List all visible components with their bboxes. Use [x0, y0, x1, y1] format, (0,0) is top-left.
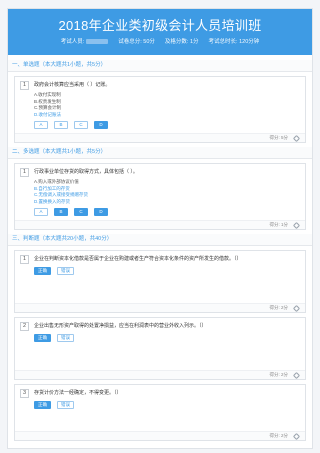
- option-list: A.收付实现制 B.权责发生制 C.预算会计制 D.收付记账法: [15, 90, 305, 118]
- option-list: A.购入或外部协议价值 B.自行加工的存货 C.无偿调入或接受捐赠存货 D.置换…: [15, 177, 305, 205]
- question-number: 3: [20, 389, 29, 398]
- question-card: 1 企业在判断资本化借款是否属于企业在购建或者生产符合资本化条件的资产所发生的借…: [14, 250, 306, 313]
- bookmark-icon[interactable]: [292, 134, 301, 142]
- exam-meta: 考试人员: 试卷总分: 50分 及格分数: 1分 考试总时长: 120分钟: [8, 37, 312, 47]
- bookmark-icon[interactable]: [292, 304, 301, 312]
- question-number: 2: [20, 322, 29, 331]
- exam-header: 2018年企业类初级会计人员培训班 考试人员: 试卷总分: 50分 及格分数: …: [8, 9, 312, 55]
- candidate-info: 考试人员:: [61, 37, 109, 47]
- total-score: 试卷总分: 50分: [118, 39, 155, 45]
- answer-a-button[interactable]: A: [34, 208, 48, 216]
- exam-page: 2018年企业类初级会计人员培训班 考试人员: 试卷总分: 50分 及格分数: …: [7, 8, 313, 449]
- question-text: 企业出售无形资产取得的处置净损益，应当在利润表中的营业外收入列示。（）: [34, 323, 207, 329]
- question-card: 3 存货计价方法一经确定，不得变更。（） 正确 错误 得分: 2分: [14, 384, 306, 441]
- section-multi-choice: 二、多选题（本大题共1小题，共5分）: [8, 147, 312, 159]
- question-number: 1: [20, 81, 29, 90]
- bookmark-icon[interactable]: [292, 371, 301, 379]
- question-card: 2 企业出售无形资产取得的处置净损益，应当在利润表中的营业外收入列示。（） 正确…: [14, 317, 306, 380]
- answer-d-button[interactable]: D: [94, 121, 108, 129]
- redacted-name: [86, 39, 109, 45]
- question-score: 得分: 5分: [269, 135, 288, 140]
- exam-duration: 考试总时长: 120分钟: [208, 39, 260, 45]
- answer-d-button[interactable]: D: [94, 208, 108, 216]
- exam-title: 2018年企业类初级会计人员培训班: [58, 18, 262, 33]
- section-single-choice: 一、单选题（本大题共1小题，共5分）: [8, 60, 312, 72]
- pass-score: 及格分数: 1分: [164, 39, 199, 45]
- answer-true-button[interactable]: 正确: [34, 267, 51, 275]
- question-number: 1: [20, 168, 29, 177]
- question-score: 得分: 2分: [269, 305, 288, 310]
- question-score: 得分: 2分: [269, 433, 288, 438]
- answer-false-button[interactable]: 错误: [57, 334, 74, 342]
- question-text: 行政事业单位存货的取得方式，具体包括（ ）。: [34, 169, 138, 175]
- question-card: 1 政府会计核算应当采用（ ）记账。 A.收付实现制 B.权责发生制 C.预算会…: [14, 76, 306, 143]
- answer-true-button[interactable]: 正确: [34, 334, 51, 342]
- section-true-false: 三、判断题（本大题共20小题，共40分）: [8, 234, 312, 246]
- question-text: 存货计价方法一经确定，不得变更。（）: [34, 390, 122, 396]
- answer-c-button[interactable]: C: [74, 208, 88, 216]
- answer-a-button[interactable]: A: [34, 121, 48, 129]
- answer-b-button[interactable]: B: [54, 208, 68, 216]
- question-score: 得分: 1分: [269, 222, 288, 227]
- bookmark-icon[interactable]: [292, 432, 301, 440]
- answer-true-button[interactable]: 正确: [34, 401, 51, 409]
- answer-false-button[interactable]: 错误: [57, 401, 74, 409]
- question-card: 1 行政事业单位存货的取得方式，具体包括（ ）。 A.购入或外部协议价值 B.自…: [14, 163, 306, 230]
- question-text: 企业在判断资本化借款是否属于企业在购建或者生产符合资本化条件的资产所发生的借款。…: [34, 256, 242, 262]
- answer-b-button[interactable]: B: [54, 121, 68, 129]
- bookmark-icon[interactable]: [292, 221, 301, 229]
- question-score: 得分: 2分: [269, 372, 288, 377]
- answer-c-button[interactable]: C: [74, 121, 88, 129]
- answer-false-button[interactable]: 错误: [57, 267, 74, 275]
- question-number: 1: [20, 255, 29, 264]
- question-text: 政府会计核算应当采用（ ）记账。: [34, 82, 111, 88]
